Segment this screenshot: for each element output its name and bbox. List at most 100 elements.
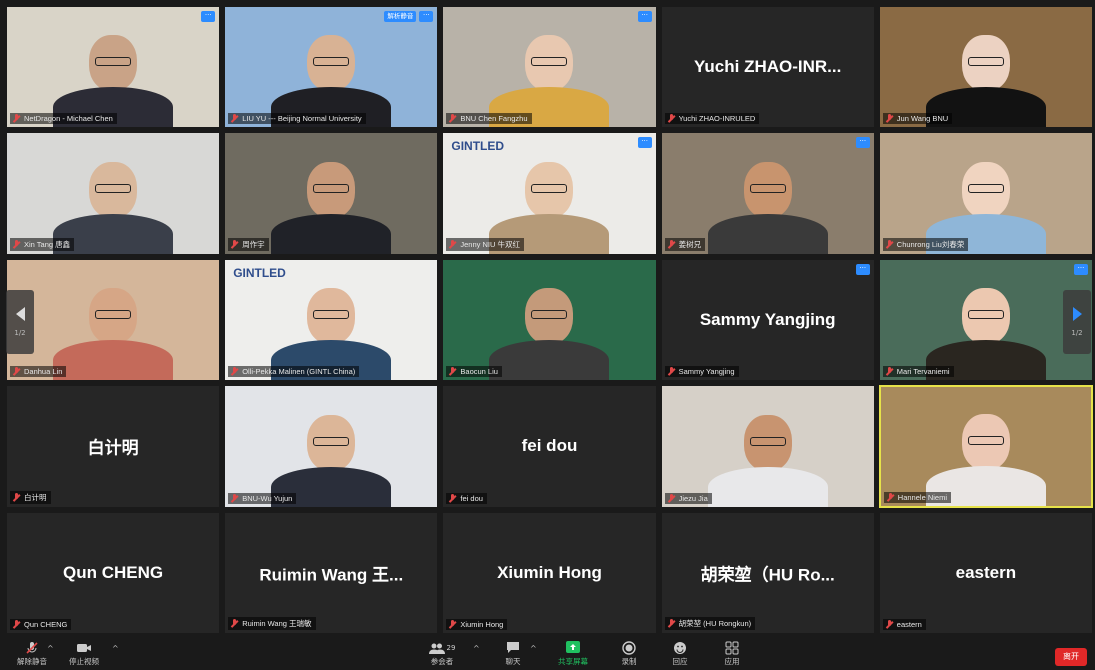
participant-video xyxy=(7,7,220,128)
prev-page-button[interactable]: 1/2 xyxy=(6,290,34,354)
video-options-caret[interactable]: ^ xyxy=(112,644,119,653)
participant-name-label: Jiezu Jia xyxy=(664,492,712,504)
participant-tile[interactable]: 周作宇 xyxy=(224,132,439,255)
participant-tile[interactable]: GINTLED Olli-Pekka Malinen (GINTL China) xyxy=(224,258,439,382)
leave-button[interactable]: 离开 xyxy=(1055,648,1087,666)
participant-tile[interactable]: Sammy Yangjing Sammy Yangjing ··· xyxy=(660,258,875,382)
participant-display-name: Qun CHENG xyxy=(63,562,164,582)
participant-tile[interactable]: Hannele Niemi xyxy=(878,385,1093,508)
participant-name-label: Xiumin Hong xyxy=(446,619,508,630)
apps-label: 应用 xyxy=(724,657,740,666)
participant-silhouette xyxy=(53,288,174,381)
participant-name: 白计明 xyxy=(24,492,47,502)
participant-tile[interactable]: Mari Tervaniemi ··· xyxy=(878,258,1093,382)
participant-name-label: Xin Tang 唐鑫 xyxy=(10,237,75,251)
participant-video xyxy=(225,7,438,128)
audio-options-caret[interactable]: ^ xyxy=(47,644,54,653)
chat-label: 聊天 xyxy=(505,657,521,666)
chevron-left-icon xyxy=(15,307,25,321)
more-options-button[interactable]: ··· xyxy=(419,11,434,22)
participant-name: Olli-Pekka Malinen (GINTL China) xyxy=(242,367,356,377)
participant-name: BNU Chen Fangzhu xyxy=(460,114,528,124)
participant-silhouette xyxy=(271,161,392,254)
more-options-button[interactable]: ··· xyxy=(637,11,652,22)
participant-name: Qun CHENG xyxy=(24,620,68,629)
reactions-button[interactable]: 回应 xyxy=(660,640,700,667)
participant-name: Mari Tervaniemi xyxy=(896,367,950,377)
more-options-button[interactable]: ··· xyxy=(637,137,652,149)
participant-tile[interactable]: Xin Tang 唐鑫 xyxy=(6,132,221,255)
chat-button[interactable]: 聊天 xyxy=(493,640,533,667)
participant-video xyxy=(443,7,656,128)
more-options-button[interactable]: ··· xyxy=(1073,263,1088,275)
participant-tile[interactable]: 姜树兄 ··· xyxy=(660,132,875,255)
video-grid: NetDragon - Michael Chen ··· LIU YU --- … xyxy=(6,6,1093,634)
unmute-request-badge[interactable]: 解析静音 xyxy=(384,11,417,22)
participant-name: Xin Tang 唐鑫 xyxy=(24,239,71,249)
participant-name-label: BNU-Wu Yujun xyxy=(228,492,297,504)
mic-muted-icon xyxy=(667,367,676,376)
unmute-button[interactable]: 解除静音 xyxy=(12,640,52,667)
participant-tile[interactable]: Chunrong Liu刘春荣 xyxy=(878,132,1093,255)
participant-name-label: eastern xyxy=(882,619,926,630)
share-screen-button[interactable]: 共享屏幕 xyxy=(553,640,593,667)
mic-muted-icon xyxy=(886,492,895,502)
participant-tile[interactable]: Yuchi ZHAO-INR... Yuchi ZHAO-INRULED xyxy=(660,6,875,129)
participant-name-label: LIU YU --- Beijing Normal University xyxy=(228,113,366,125)
participant-name: LIU YU --- Beijing Normal University xyxy=(242,114,362,124)
participant-name: Danhua Lin xyxy=(24,367,63,377)
participants-button[interactable]: 29 参会者 xyxy=(422,640,462,667)
participant-tile[interactable]: 白计明 白计明 xyxy=(6,385,221,508)
mic-muted-icon xyxy=(230,367,239,376)
participants-options-caret[interactable]: ^ xyxy=(473,644,480,653)
record-button[interactable]: 录制 xyxy=(609,640,649,667)
share-screen-label: 共享屏幕 xyxy=(558,657,588,666)
participant-tile[interactable]: Jiezu Jia xyxy=(660,385,875,508)
page-indicator-left: 1/2 xyxy=(14,329,26,337)
chat-options-caret[interactable]: ^ xyxy=(530,644,537,653)
participant-video xyxy=(661,133,874,254)
participant-tile[interactable]: LIU YU --- Beijing Normal University 解析静… xyxy=(224,6,439,129)
next-page-button[interactable]: 1/2 xyxy=(1063,290,1091,354)
apps-icon xyxy=(725,640,739,655)
participant-tile[interactable]: Baocun Liu xyxy=(442,258,657,382)
more-options-button[interactable]: ··· xyxy=(201,11,216,22)
participant-tile[interactable]: GINTLED Jenny NIU 牛双红 ··· xyxy=(442,132,657,255)
participant-tile[interactable]: Ruimin Wang 王... Ruimin Wang 王瑞敏 xyxy=(224,511,439,634)
participant-name-label: 姜树兄 xyxy=(664,237,706,251)
participant-name-label: fei dou xyxy=(446,492,487,504)
mic-muted-icon xyxy=(12,367,21,376)
participant-video xyxy=(879,259,1092,381)
participant-name: Sammy Yangjing xyxy=(678,367,735,377)
participant-tile[interactable]: Danhua Lin xyxy=(6,258,221,382)
chevron-right-icon xyxy=(1072,307,1082,321)
participant-tile[interactable]: NetDragon - Michael Chen ··· xyxy=(6,6,221,129)
participant-tile[interactable]: BNU-Wu Yujun xyxy=(224,385,439,508)
mic-muted-icon xyxy=(448,239,457,249)
participant-video xyxy=(225,386,438,507)
participant-name: Baocun Liu xyxy=(460,367,498,377)
gintled-logo: GINTLED xyxy=(233,265,286,280)
record-label: 录制 xyxy=(621,657,637,666)
more-options-button[interactable]: ··· xyxy=(855,263,870,275)
participant-name: 胡荣堃 (HU Rongkun) xyxy=(678,619,752,628)
mic-muted-icon xyxy=(667,493,676,503)
participant-name: fei dou xyxy=(460,493,483,503)
participant-tile[interactable]: 胡荣堃（HU Ro... 胡荣堃 (HU Rongkun) xyxy=(660,511,875,634)
participant-video xyxy=(879,7,1092,128)
participant-tile[interactable]: Xiumin Hong Xiumin Hong xyxy=(442,511,657,634)
participant-tile[interactable]: BNU Chen Fangzhu ··· xyxy=(442,6,657,129)
participant-tile[interactable]: eastern eastern xyxy=(878,511,1093,634)
participant-tile[interactable]: Jun Wang BNU xyxy=(878,6,1093,129)
mic-muted-icon xyxy=(230,239,239,249)
participant-display-name: Yuchi ZHAO-INR... xyxy=(694,57,842,77)
participant-tile[interactable]: Qun CHENG Qun CHENG xyxy=(6,511,221,634)
meeting-toolbar: 解除静音 ^ 停止视频 ^ 29 参会者 ^ 聊天 ^ 共享屏幕 录制 回应 应… xyxy=(0,638,1095,670)
apps-button[interactable]: 应用 xyxy=(712,640,752,667)
more-options-button[interactable]: ··· xyxy=(855,137,870,149)
participant-name-label: Yuchi ZHAO-INRULED xyxy=(664,113,760,125)
mic-muted-icon xyxy=(885,114,894,123)
participant-tile[interactable]: fei dou fei dou xyxy=(442,385,657,508)
participant-display-name: Sammy Yangjing xyxy=(699,309,836,329)
stop-video-button[interactable]: 停止视频 xyxy=(64,640,104,667)
